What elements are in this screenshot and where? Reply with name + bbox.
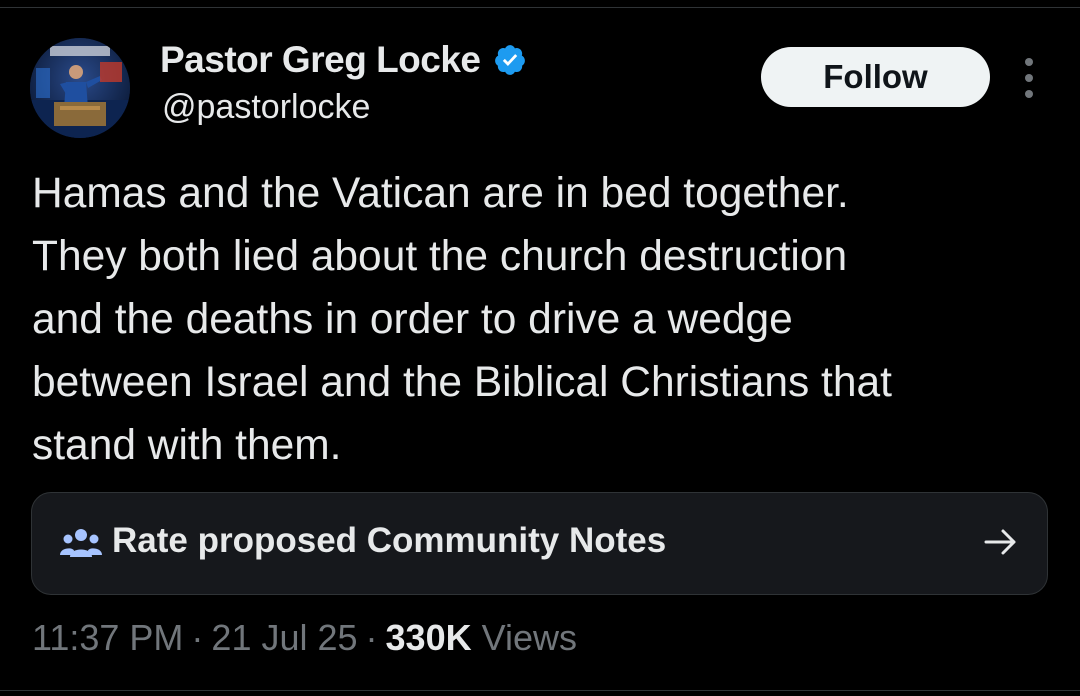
community-notes-label: Rate proposed Community Notes — [112, 521, 667, 560]
more-options-icon[interactable] — [1014, 58, 1044, 98]
arrow-right-icon — [984, 529, 1016, 555]
separator: · — [365, 617, 378, 658]
community-notes-card[interactable]: Rate proposed Community Notes — [31, 492, 1048, 595]
dot — [1025, 74, 1033, 82]
views-count: 330K — [385, 617, 472, 658]
dot — [1025, 58, 1033, 66]
verified-badge-icon[interactable] — [493, 43, 527, 77]
people-icon — [60, 529, 102, 557]
tweet-text: Hamas and the Vatican are in bed togethe… — [32, 170, 892, 469]
author-handle[interactable]: @pastorlocke — [162, 88, 370, 127]
tweet-meta: 11:37 PM · 21 Jul 25 · 330K Views — [32, 617, 577, 659]
views-label: Views — [481, 617, 577, 658]
separator: · — [191, 617, 204, 658]
avatar-image — [30, 38, 130, 138]
author-name-row: Pastor Greg Locke — [160, 38, 527, 82]
top-divider — [0, 0, 1080, 8]
tweet-date[interactable]: 21 Jul 25 — [211, 617, 357, 659]
follow-button[interactable]: Follow — [761, 47, 990, 107]
avatar[interactable] — [30, 38, 130, 138]
bottom-divider — [0, 690, 1080, 691]
dot — [1025, 90, 1033, 98]
tweet-time[interactable]: 11:37 PM — [32, 617, 183, 659]
author-display-name[interactable]: Pastor Greg Locke — [160, 39, 481, 81]
